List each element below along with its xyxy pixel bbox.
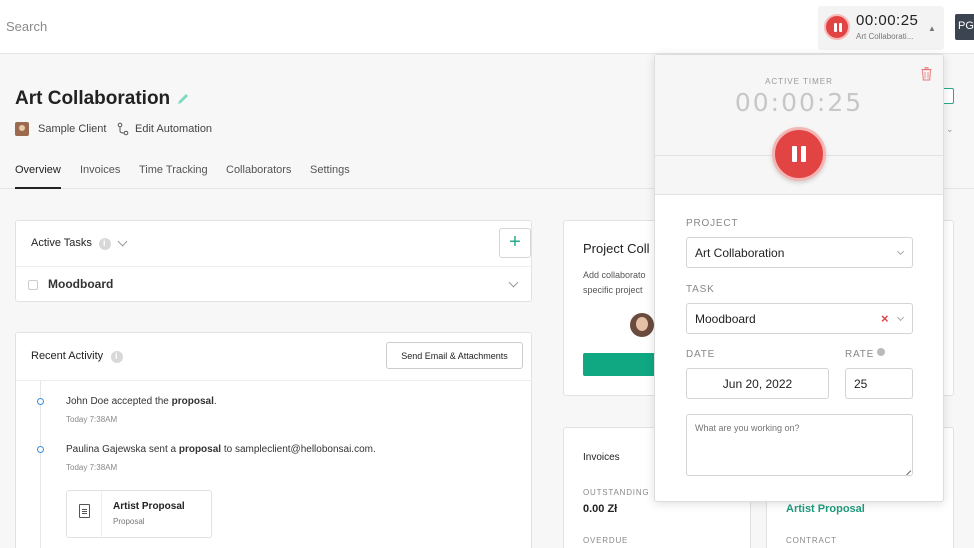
automation-icon — [117, 122, 129, 136]
outstanding-value: 0.00 Zł — [583, 503, 618, 515]
timer-project: Art Collaborati... — [856, 32, 914, 41]
collaborator-avatar — [630, 313, 654, 337]
pause-timer-button[interactable] — [772, 127, 826, 181]
recent-activity-title: Recent Activity — [31, 350, 104, 362]
active-timer-label: ACTIVE TIMER — [765, 77, 833, 86]
info-icon — [99, 238, 111, 250]
task-checkbox[interactable] — [28, 280, 38, 290]
task-select[interactable]: Moodboard × — [686, 303, 913, 334]
collaborators-title: Project Coll — [583, 241, 650, 256]
caret-up-icon[interactable]: ▲ — [928, 24, 936, 33]
activity-text: John Doe accepted the proposal. — [66, 396, 217, 407]
project-select[interactable]: Art Collaboration — [686, 237, 913, 268]
active-timer-time: 00:00:25 — [734, 88, 864, 117]
proposal-attachment[interactable]: Artist Proposal Proposal — [66, 490, 212, 538]
search-input[interactable] — [6, 19, 406, 34]
chevron-down-icon — [896, 247, 905, 256]
attachment-type: Proposal — [113, 517, 145, 526]
clear-icon[interactable]: × — [881, 311, 889, 326]
invoices-title: Invoices — [583, 452, 620, 463]
edit-automation-link[interactable]: Edit Automation — [135, 123, 212, 135]
tab-collaborators[interactable]: Collaborators — [226, 164, 291, 176]
activity-time: Today 7:38AM — [66, 463, 118, 472]
tab-overview[interactable]: Overview — [15, 164, 61, 189]
rate-label: RATE — [845, 349, 875, 360]
attachment-title: Artist Proposal — [113, 501, 185, 512]
outstanding-label: OUTSTANDING — [583, 488, 650, 497]
project-label: PROJECT — [686, 218, 739, 229]
document-icon — [79, 504, 90, 518]
info-icon — [111, 351, 123, 363]
timeline-dot — [37, 446, 44, 453]
info-icon — [877, 348, 885, 356]
date-field[interactable]: Jun 20, 2022 — [686, 368, 829, 399]
active-tasks-title: Active Tasks — [31, 237, 92, 249]
chevron-down-icon — [896, 313, 905, 322]
task-name[interactable]: Moodboard — [48, 277, 113, 291]
tab-settings[interactable]: Settings — [310, 164, 350, 176]
page-title: Art Collaboration — [15, 88, 171, 109]
user-avatar[interactable]: PG — [955, 14, 974, 40]
activity-time: Today 7:38AM — [66, 415, 118, 424]
tab-invoices[interactable]: Invoices — [80, 164, 120, 176]
tab-time-tracking[interactable]: Time Tracking — [139, 164, 208, 176]
timer-chip[interactable]: 00:00:25 Art Collaborati... ▲ — [818, 6, 944, 50]
add-task-button[interactable]: + — [499, 228, 531, 258]
project-value: Art Collaboration — [695, 246, 785, 260]
top-bar: 00:00:25 Art Collaborati... ▲ PG — [0, 0, 974, 54]
client-name[interactable]: Sample Client — [38, 123, 106, 135]
overdue-label: OVERDUE — [583, 536, 629, 545]
collaborators-desc: Add collaborato specific project — [583, 270, 646, 295]
notes-textarea[interactable] — [686, 414, 913, 476]
timer-popover: ACTIVE TIMER 00:00:25 PROJECT Art Collab… — [654, 54, 944, 502]
activity-text: Paulina Gajewska sent a proposal to samp… — [66, 444, 376, 455]
task-value: Moodboard — [695, 312, 756, 326]
pencil-icon[interactable] — [176, 92, 190, 106]
timer-time: 00:00:25 — [856, 12, 919, 29]
chevron-down-icon[interactable]: ⌄ — [946, 124, 954, 135]
date-label: DATE — [686, 349, 716, 360]
rate-field[interactable]: 25 — [845, 368, 913, 399]
timeline-dot — [37, 398, 44, 405]
contract-label: CONTRACT — [786, 536, 837, 545]
client-avatar — [15, 122, 29, 136]
timeline-line — [40, 380, 41, 548]
pause-icon[interactable] — [824, 14, 850, 40]
artist-proposal-link[interactable]: Artist Proposal — [786, 503, 865, 515]
task-label: TASK — [686, 284, 715, 295]
send-email-button[interactable]: Send Email & Attachments — [386, 342, 523, 369]
